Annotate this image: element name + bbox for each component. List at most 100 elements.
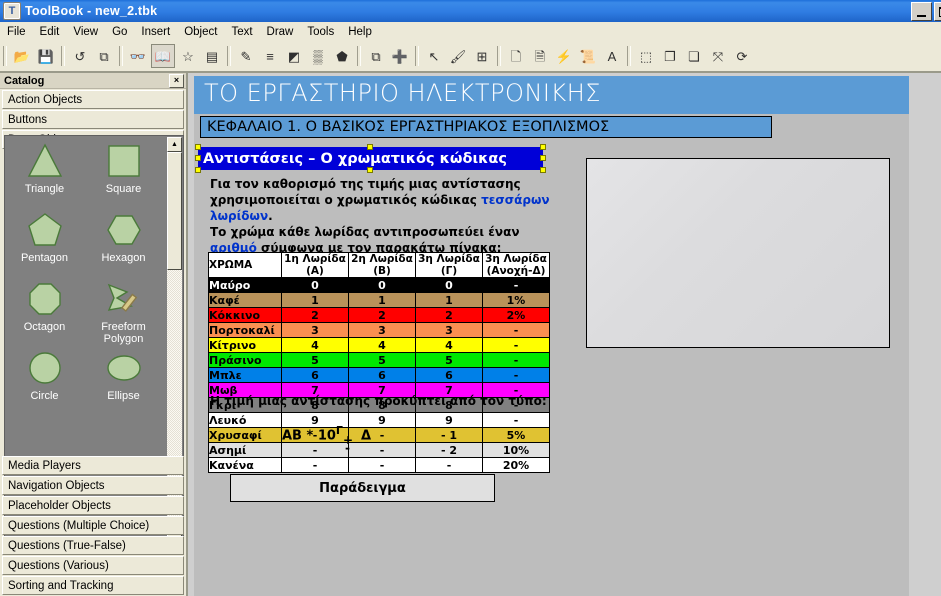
catalog-shape-hexagon[interactable]: Hexagon: [84, 205, 163, 274]
catalog-category-navigation-objects[interactable]: Navigation Objects: [2, 476, 184, 495]
selection-handle-ne[interactable]: [540, 144, 546, 150]
catalog-shape-octagon[interactable]: Octagon: [5, 274, 84, 343]
band-value-cell: 2: [348, 307, 416, 323]
catalog-category-questions-multiple-choice[interactable]: Questions (Multiple Choice): [2, 516, 184, 535]
menu-item-view[interactable]: View: [66, 24, 105, 40]
actions-lightning-icon[interactable]: ⚡: [553, 45, 575, 67]
band-value-cell: -: [482, 367, 550, 383]
catalog-shape-circle[interactable]: Circle: [5, 343, 84, 412]
author-view-icon[interactable]: 📖: [151, 44, 175, 68]
rotate-icon[interactable]: ⟳: [731, 45, 753, 67]
intro-paragraph: Για τον καθορισμό της τιμής μιας αντίστα…: [210, 176, 570, 256]
color-name-cell: Κόκκινο: [208, 307, 282, 323]
catalog-category-media-players[interactable]: Media Players: [2, 456, 184, 475]
new-page-icon[interactable]: ➕: [389, 45, 411, 67]
pattern-icon[interactable]: ◩: [283, 45, 305, 67]
object-properties-icon[interactable]: ⬟: [331, 45, 353, 67]
catalog-shape-square[interactable]: Square: [84, 136, 163, 205]
refresh-icon[interactable]: ↺: [69, 45, 91, 67]
status-bar-icon[interactable]: ▤: [201, 45, 223, 67]
send-back-icon[interactable]: ❏: [683, 45, 705, 67]
favorites-star-icon[interactable]: ☆: [177, 45, 199, 67]
catalog-shape-pentagon[interactable]: Pentagon: [5, 205, 84, 274]
flip-icon[interactable]: ⤧: [707, 45, 729, 67]
catalog-category-placeholder-objects[interactable]: Placeholder Objects: [2, 496, 184, 515]
color-name-cell: Ασημί: [208, 442, 282, 458]
header-line-1: 3η Λωρίδα: [418, 253, 480, 265]
selection-handle-s[interactable]: [367, 167, 373, 173]
group-icon[interactable]: ⬚: [635, 45, 657, 67]
selection-handle-w[interactable]: [195, 155, 201, 161]
menu-item-draw[interactable]: Draw: [260, 24, 301, 40]
catalog-category-questions-true-false[interactable]: Questions (True-False): [2, 536, 184, 555]
catalog-shape-freeform-polygon[interactable]: Freeform Polygon: [84, 274, 163, 345]
window-title: ToolBook - new_2.tbk: [25, 4, 158, 18]
grid-tool-icon[interactable]: ⊞: [471, 45, 493, 67]
selection-handle-se[interactable]: [540, 167, 546, 173]
menu-item-object[interactable]: Object: [177, 24, 224, 40]
edit-script-icon[interactable]: ✎: [235, 45, 257, 67]
menu-item-edit[interactable]: Edit: [33, 24, 67, 40]
menu-item-help[interactable]: Help: [341, 24, 379, 40]
menu-item-tools[interactable]: Tools: [300, 24, 341, 40]
menu-item-file[interactable]: File: [0, 24, 33, 40]
script-icon[interactable]: 📜: [577, 45, 599, 67]
band-value-cell: -: [348, 442, 416, 458]
paint-tool-icon[interactable]: 🖌: [447, 45, 469, 67]
save-icon[interactable]: 💾: [35, 45, 57, 67]
selection-handle-nw[interactable]: [195, 144, 201, 150]
table-row: Μπλε 6 6 6-: [208, 367, 550, 383]
hexagon-shape: [105, 211, 143, 249]
catalog-category-questions-various[interactable]: Questions (Various): [2, 556, 184, 575]
menu-item-text[interactable]: Text: [224, 24, 259, 40]
band-value-cell: -: [482, 352, 550, 368]
select-tool-icon[interactable]: ↖: [423, 45, 445, 67]
scroll-up-button[interactable]: ▲: [167, 137, 182, 152]
ellipse-shape: [105, 349, 143, 387]
maximize-button[interactable]: [934, 2, 941, 21]
scrollbar-thumb[interactable]: [167, 152, 182, 270]
catalog-shape-ellipse[interactable]: Ellipse: [84, 343, 163, 412]
catalog-category-sorting-and-tracking[interactable]: Sorting and Tracking: [2, 576, 184, 595]
bring-front-icon[interactable]: ❐: [659, 45, 681, 67]
band-value-cell: 1%: [482, 292, 550, 308]
catalog-shape-label: Hexagon: [101, 252, 146, 264]
selection-handle-sw[interactable]: [195, 167, 201, 173]
copy-pages-icon[interactable]: ⧉: [93, 45, 115, 67]
color-name-cell: Πορτοκαλί: [208, 322, 282, 338]
toolbar-separator: [357, 46, 361, 66]
menu-item-insert[interactable]: Insert: [134, 24, 177, 40]
color-code-table: ΧΡΩΜΑ 1η Λωρίδα (Α) 2η Λωρίδα (Β) 3η Λωρίδα (Γ…: [208, 252, 550, 473]
align-icon[interactable]: ≡: [259, 45, 281, 67]
menu-item-go[interactable]: Go: [105, 24, 134, 40]
catalog-shape-triangle[interactable]: Triangle: [5, 136, 84, 205]
color-name-cell: Κίτρινο: [208, 337, 282, 353]
band-value-cell: 2: [415, 307, 483, 323]
color-palette-icon[interactable]: ▒: [307, 45, 329, 67]
text-style-icon[interactable]: A: [601, 45, 623, 67]
duplicate-page-icon[interactable]: ⧉: [365, 45, 387, 67]
reader-view-icon[interactable]: 👓: [127, 45, 149, 67]
page-properties-icon[interactable]: 🗋: [505, 45, 527, 67]
band-value-cell: 1: [415, 292, 483, 308]
catalog-category-buttons[interactable]: Buttons: [2, 110, 184, 129]
minimize-button[interactable]: [911, 2, 932, 21]
band-value-cell: 3: [415, 322, 483, 338]
catalog-category-action-objects[interactable]: Action Objects: [2, 90, 184, 109]
table-row: Μαύρο 0 0 0-: [208, 277, 550, 293]
close-icon[interactable]: ×: [169, 73, 184, 88]
table-row: Χρυσαφί - - - 1 5%: [208, 427, 550, 443]
selection-handle-e[interactable]: [540, 155, 546, 161]
toolbar-separator: [415, 46, 419, 66]
table-row: Κανένα - - -20%: [208, 457, 550, 473]
resistor-photo: [586, 158, 890, 348]
color-name-cell: Κανένα: [208, 457, 282, 473]
resistance-formula: ΑΒ * 10Γ + - Δ: [282, 424, 371, 455]
background-properties-icon[interactable]: 🗎: [529, 45, 551, 67]
section-title-text: Αντιστάσεις – Ο χρωματικός κώδικας: [203, 150, 507, 167]
example-button[interactable]: Παράδειγμα: [230, 474, 495, 502]
open-icon[interactable]: 📂: [11, 45, 33, 67]
selection-handle-n[interactable]: [367, 144, 373, 150]
color-name-cell: Πράσινο: [208, 352, 282, 368]
formula-base: ΑΒ * 10: [282, 428, 336, 444]
